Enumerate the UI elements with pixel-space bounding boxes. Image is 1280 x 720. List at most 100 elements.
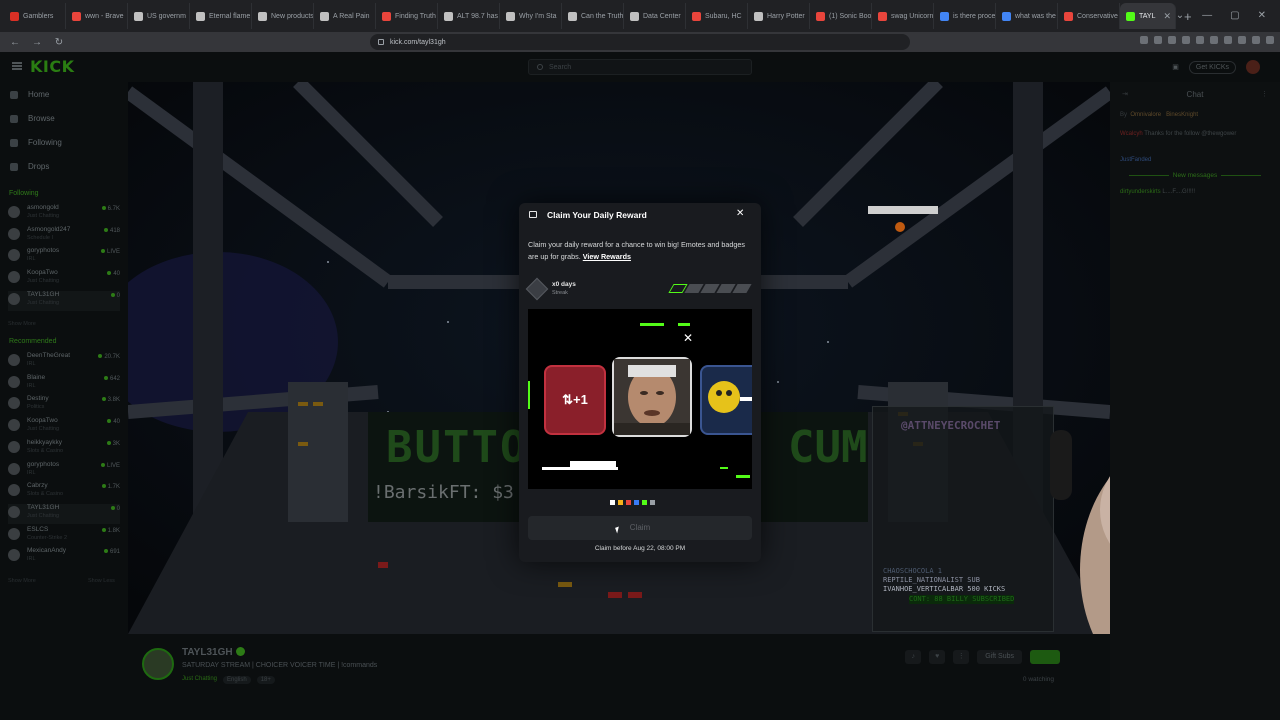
recommended-section-title: Recommended: [9, 338, 57, 345]
browser-tab[interactable]: US governm: [128, 3, 190, 29]
browser-tab[interactable]: Data Center: [624, 3, 686, 29]
maximize-icon[interactable]: ▢: [1230, 10, 1239, 21]
browser-tab[interactable]: Conservative: [1058, 3, 1120, 29]
browser-tab[interactable]: (1) Sonic Boo: [810, 3, 872, 29]
browser-tab[interactable]: ALT 98.7 has: [438, 3, 500, 29]
site-info-icon[interactable]: [378, 39, 384, 45]
bell-icon[interactable]: ♪: [905, 650, 922, 664]
browser-tab[interactable]: Why I'm Sta: [500, 3, 562, 29]
chat-username[interactable]: dirtyunderskirts: [1120, 189, 1161, 195]
show-more-link[interactable]: Show More: [8, 321, 36, 327]
close-icon[interactable]: ✕: [736, 208, 744, 219]
user-avatar[interactable]: [1246, 60, 1260, 74]
more-icon[interactable]: ⋮: [953, 650, 970, 664]
nav-following[interactable]: Following: [10, 138, 62, 147]
browser-tab[interactable]: New products: [252, 3, 314, 29]
sidebar-channel[interactable]: asmongold Just Chatting 6.7K: [8, 204, 120, 224]
browser-tab[interactable]: Can the Truth: [562, 3, 624, 29]
sidebar-channel[interactable]: goryphotos IRL LIVE: [8, 247, 120, 267]
browser-tab[interactable]: Gamblers: [4, 3, 66, 29]
reward-dot: [610, 500, 615, 505]
sidebar-channel[interactable]: Blaine IRL 642: [8, 374, 120, 394]
streamer-name[interactable]: TAYL31GH: [182, 647, 233, 658]
extension-icon[interactable]: [1154, 36, 1162, 44]
chat-username[interactable]: JustFanded: [1120, 157, 1151, 163]
url-input[interactable]: kick.com/tayl31gh: [370, 34, 910, 50]
sidebar-channel[interactable]: KoopaTwo Just Chatting 40: [8, 269, 120, 289]
extension-icon[interactable]: [1210, 36, 1218, 44]
spinner-close-icon[interactable]: ✕: [683, 331, 693, 345]
pinned-user[interactable]: BinesKnight: [1166, 112, 1198, 118]
hamburger-menu-icon[interactable]: [12, 62, 22, 70]
browser-tab[interactable]: is there proce: [934, 3, 996, 29]
browser-tab[interactable]: swag Unicorn: [872, 3, 934, 29]
browser-tab[interactable]: what was the: [996, 3, 1058, 29]
sidebar-channel[interactable]: Asmongold247 Schedule I 418: [8, 226, 120, 246]
notifications-icon[interactable]: ▣: [1172, 63, 1179, 71]
claim-button[interactable]: Claim: [528, 516, 752, 540]
sidebar-channel[interactable]: DeenTheGreat IRL 20.7K: [8, 352, 120, 372]
extension-icon[interactable]: [1182, 36, 1190, 44]
decor-bar: [736, 475, 750, 478]
sidebar-channel[interactable]: TAYL31GH Just Chatting 0: [8, 503, 120, 524]
streamer-avatar[interactable]: [142, 648, 174, 680]
chat-text: L....F....G!!!!!: [1162, 189, 1196, 195]
sidebar-channel[interactable]: KoopaTwo Just Chatting 40: [8, 417, 120, 437]
subscribe-button[interactable]: [1030, 650, 1060, 664]
sidebar-channel[interactable]: TAYL31GH Just Chatting 0: [8, 290, 120, 311]
extension-icon[interactable]: [1238, 36, 1246, 44]
chat-settings-icon[interactable]: ⋮: [1261, 90, 1268, 98]
show-more-link-2[interactable]: Show More: [8, 578, 36, 584]
channel-avatar: [8, 292, 20, 305]
extension-icon[interactable]: [1168, 36, 1176, 44]
sidebar-channel[interactable]: heikkyaykky Slots & Casino 3K: [8, 439, 120, 459]
search-input[interactable]: Search: [528, 59, 752, 75]
sidebar-channel[interactable]: Cabrzy Slots & Casino 1.7K: [8, 482, 120, 502]
browser-tab[interactable]: Eternal flame: [190, 3, 252, 29]
kick-logo[interactable]: KICK: [30, 57, 75, 76]
tab-favicon-icon: [506, 11, 515, 21]
browser-tab[interactable]: Finding Truth: [376, 3, 438, 29]
minimize-icon[interactable]: —: [1202, 10, 1212, 21]
heart-icon[interactable]: ♥: [929, 650, 946, 664]
age-tag[interactable]: 18+: [256, 676, 275, 684]
nav-drops[interactable]: Drops: [10, 162, 49, 171]
browser-tab[interactable]: wwn - Brave: [66, 3, 128, 29]
show-less-link[interactable]: Show Less: [88, 578, 115, 584]
browser-tab[interactable]: Harry Potter: [748, 3, 810, 29]
reward-dot: [618, 500, 623, 505]
sidebar-channel[interactable]: goryphotos IRL LIVE: [8, 461, 120, 481]
decor-bar: [640, 323, 664, 326]
gift-subs-button[interactable]: Gift Subs: [977, 650, 1022, 664]
extension-icon[interactable]: [1140, 36, 1148, 44]
menu-icon[interactable]: [1266, 36, 1274, 44]
viewer-count: 1.7K: [101, 484, 120, 490]
channel-name: goryphotos: [27, 247, 60, 255]
reload-icon[interactable]: ↻: [52, 37, 66, 48]
extension-icon[interactable]: [1224, 36, 1232, 44]
language-tag[interactable]: English: [223, 676, 251, 684]
back-icon[interactable]: ←: [8, 37, 22, 48]
get-kicks-button[interactable]: Get KICKs: [1188, 60, 1236, 74]
sidebar-channel[interactable]: MexicanAndy IRL 691: [8, 547, 120, 567]
pinned-user[interactable]: Omnivalore: [1130, 112, 1161, 118]
close-window-icon[interactable]: ✕: [1258, 10, 1266, 21]
view-rewards-link[interactable]: View Rewards: [583, 252, 631, 261]
channel-avatar: [8, 462, 20, 475]
nav-home[interactable]: Home: [10, 90, 49, 99]
new-messages-divider[interactable]: New messages: [1110, 172, 1280, 179]
live-dot-icon: [110, 292, 115, 297]
drops-icon: [10, 162, 18, 171]
chat-username[interactable]: Wcalcyh: [1120, 131, 1143, 137]
dropdown-icon[interactable]: ⌄: [1176, 10, 1184, 21]
browser-tab[interactable]: A Real Pain: [314, 3, 376, 29]
extension-icon[interactable]: [1196, 36, 1204, 44]
extension-icon[interactable]: [1252, 36, 1260, 44]
nav-browse[interactable]: Browse: [10, 114, 55, 123]
browser-tab[interactable]: Subaru, HC: [686, 3, 748, 29]
sidebar-channel[interactable]: ESLCS Counter-Strike 2 1.8K: [8, 526, 120, 546]
forward-icon[interactable]: →: [30, 37, 44, 48]
reward-dot: [634, 500, 639, 505]
category-link[interactable]: Just Chatting: [182, 676, 217, 684]
sidebar-channel[interactable]: Destiny Politics 3.8K: [8, 395, 120, 415]
